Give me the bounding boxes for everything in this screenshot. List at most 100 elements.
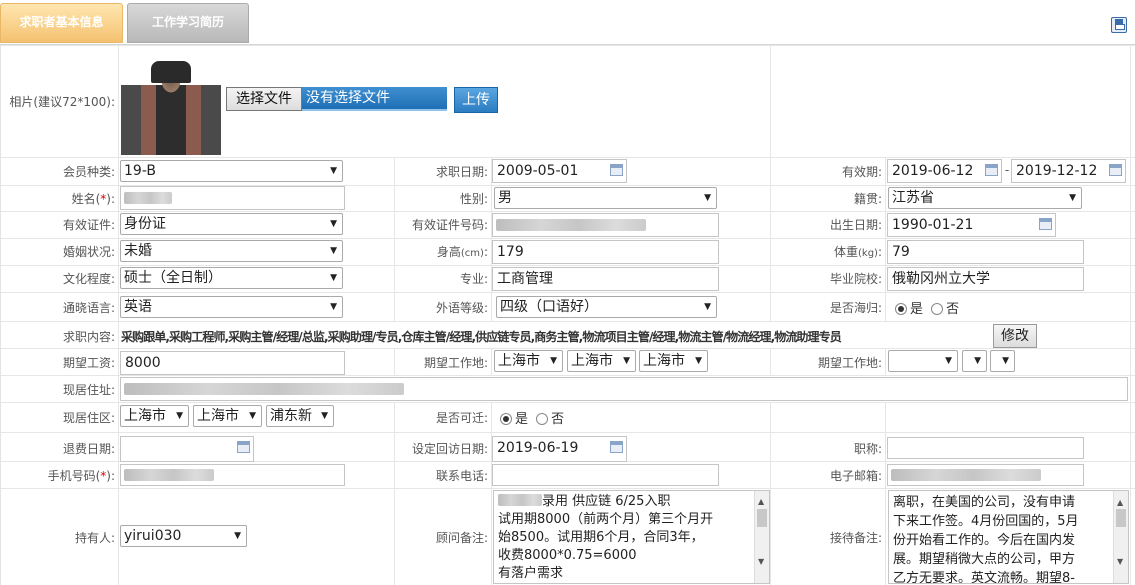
refund-date-label: 退费日期: — [62, 442, 115, 456]
marital-value: 未婚 — [124, 243, 152, 259]
scroll-down-icon[interactable]: ▼ — [758, 553, 764, 571]
district-province-select[interactable]: 上海市 ▼ — [120, 405, 189, 427]
applicant-form: 相片(建议72*100): 选择文件 没有选择文件 上传 会员种类: 19-B ▼… — [0, 45, 1135, 585]
photo-label: 相片(建议72*100): — [9, 95, 115, 109]
calendar-icon[interactable] — [1109, 164, 1122, 176]
reception-note-line: 离职，在美国的公司，没有申请 — [893, 495, 1076, 510]
tab-resume[interactable]: 工作学习简历 — [127, 3, 249, 43]
apply-date-input[interactable]: 2009-05-01 — [492, 159, 627, 183]
valid-to-input[interactable]: 2019-12-12 — [1011, 159, 1126, 183]
lang-level-select[interactable]: 四级（口语好） ▼ — [496, 296, 717, 318]
redacted-advisor-name — [498, 494, 542, 506]
holder-select[interactable]: yirui030 ▼ — [120, 525, 247, 547]
returnee-no-radio[interactable] — [931, 303, 944, 315]
advisor-note-scrollbar[interactable]: ▲ ▼ — [754, 491, 769, 583]
valid-period-label: 有效期: — [841, 165, 882, 179]
member-type-value: 19-B — [124, 163, 156, 179]
reception-note-line: 乙方无要求。英文流畅。期望8- — [893, 571, 1075, 584]
phone-input[interactable] — [492, 464, 719, 486]
reception-note-line: 下来工作签。4月份回国的，5月 — [893, 514, 1079, 529]
education-select[interactable]: 硕士（全日制） ▼ — [120, 267, 343, 289]
tab-basic-info[interactable]: 求职者基本信息 — [0, 3, 123, 43]
birth-date-input[interactable]: 1990-01-21 — [887, 213, 1056, 237]
visit-date-input[interactable]: 2019-06-19 — [492, 436, 627, 462]
file-name-display: 没有选择文件 — [302, 87, 447, 111]
relocate-yes-radio[interactable] — [500, 413, 512, 425]
school-input[interactable]: 俄勒冈州立大学 — [887, 267, 1084, 291]
work-place2-city-select[interactable]: ▼ — [962, 350, 987, 372]
birth-date-value: 1990-01-21 — [892, 217, 974, 233]
name-input[interactable] — [120, 186, 345, 210]
chevron-down-icon: ▼ — [321, 411, 328, 421]
work-city-select[interactable]: 上海市 ▼ — [567, 350, 636, 372]
relocate-radio-group: 是 否 — [496, 408, 564, 427]
height-input[interactable]: 179 — [492, 240, 719, 264]
address-input[interactable] — [120, 377, 1128, 401]
id-number-input[interactable] — [492, 213, 719, 237]
advisor-note-line: 有落户需求 — [498, 566, 564, 581]
member-type-select[interactable]: 19-B ▼ — [120, 160, 343, 182]
returnee-yes-radio[interactable] — [895, 303, 907, 315]
id-type-select[interactable]: 身份证 ▼ — [120, 213, 343, 235]
education-label: 文化程度: — [62, 272, 115, 286]
apply-date-value: 2009-05-01 — [497, 163, 579, 179]
work-place2-province-select[interactable]: ▼ — [888, 350, 958, 372]
refund-date-input[interactable] — [120, 436, 254, 462]
relocate-no-radio[interactable] — [536, 413, 549, 425]
chevron-down-icon: ▼ — [234, 531, 241, 541]
edit-job-content-button[interactable]: 修改 — [993, 324, 1037, 348]
chevron-down-icon: ▼ — [330, 302, 337, 312]
chevron-down-icon: ▼ — [704, 193, 711, 203]
native-place-select[interactable]: 江苏省 ▼ — [888, 187, 1082, 209]
chevron-down-icon: ▼ — [623, 356, 630, 366]
mobile-input[interactable] — [120, 464, 345, 486]
work-place-label: 期望工作地: — [423, 356, 488, 370]
work-province-select[interactable]: 上海市 ▼ — [494, 350, 563, 372]
choose-file-button[interactable]: 选择文件 — [226, 87, 302, 111]
valid-to-value: 2019-12-12 — [1016, 163, 1098, 179]
address-label: 现居住址: — [62, 383, 115, 397]
district-label: 现居住区: — [62, 411, 115, 425]
district-area-select[interactable]: 浦东新 ▼ — [266, 405, 334, 427]
upload-button[interactable]: 上传 — [454, 87, 498, 113]
gender-label: 性别: — [459, 192, 488, 206]
gender-value: 男 — [498, 190, 512, 206]
advisor-note-line: 收费8000*0.75=6000 — [498, 548, 637, 563]
save-icon[interactable] — [1111, 17, 1127, 33]
advisor-note-textarea[interactable]: 录用 供应链 6/25入职 试用期8000（前两个月）第三个月开 始8500。试… — [493, 490, 770, 584]
work-place2-district-select[interactable]: ▼ — [990, 350, 1015, 372]
holder-label: 持有人: — [74, 531, 115, 545]
id-type-value: 身份证 — [124, 216, 166, 232]
birth-date-label: 出生日期: — [829, 218, 882, 232]
marital-select[interactable]: 未婚 ▼ — [120, 240, 343, 262]
weight-label: 体重(kg): — [833, 245, 882, 259]
advisor-note-label: 顾问备注: — [435, 531, 488, 545]
reception-note-scrollbar[interactable]: ▲ ▼ — [1113, 491, 1128, 583]
calendar-icon[interactable] — [985, 164, 998, 176]
native-place-label: 籍贯: — [853, 192, 882, 206]
gender-select[interactable]: 男 ▼ — [494, 187, 717, 209]
district-city-select[interactable]: 上海市 ▼ — [193, 405, 262, 427]
work-district-select[interactable]: 上海市 ▼ — [639, 350, 708, 372]
calendar-icon[interactable] — [610, 164, 623, 176]
id-type-label: 有效证件: — [62, 218, 115, 232]
language-select[interactable]: 英语 ▼ — [120, 296, 343, 318]
calendar-icon[interactable] — [1039, 218, 1052, 230]
calendar-icon[interactable] — [610, 441, 623, 453]
salary-input[interactable]: 8000 — [120, 351, 345, 375]
reception-note-line: 展。期望稍微大点的公司，甲方 — [893, 552, 1076, 567]
email-label: 电子邮箱: — [829, 469, 882, 483]
major-input[interactable]: 工商管理 — [492, 267, 719, 291]
calendar-icon[interactable] — [237, 441, 250, 453]
chevron-down-icon: ▼ — [330, 166, 337, 176]
email-input[interactable] — [887, 464, 1084, 486]
reception-note-textarea[interactable]: 离职，在美国的公司，没有申请 下来工作签。4月份回国的，5月 份开始看工作的。今… — [888, 490, 1129, 584]
scroll-down-icon[interactable]: ▼ — [1117, 552, 1123, 571]
title-input[interactable] — [887, 437, 1084, 459]
major-label: 专业: — [459, 272, 488, 286]
chevron-down-icon: ▼ — [330, 273, 337, 283]
weight-input[interactable]: 79 — [887, 240, 1084, 264]
language-value: 英语 — [124, 299, 152, 315]
lang-level-value: 四级（口语好） — [500, 299, 598, 315]
valid-from-input[interactable]: 2019-06-12 — [887, 159, 1002, 183]
